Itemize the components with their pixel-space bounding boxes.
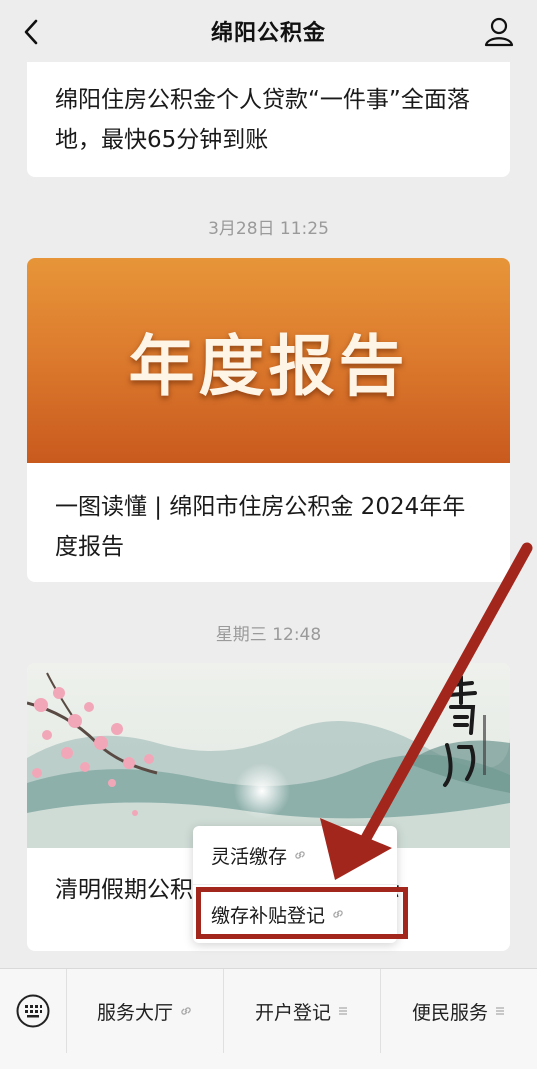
message-timestamp: 3月28日 11:25 [208, 219, 329, 239]
submenu-item-flexible-deposit[interactable]: 灵活缴存 [193, 826, 397, 884]
bottom-menu-bar: 服务大厅 开户登记 便民服务 [0, 968, 537, 1069]
profile-button[interactable] [481, 14, 517, 50]
menu-account-registration[interactable]: 开户登记 [223, 969, 380, 1053]
menu-lines-icon [496, 1007, 504, 1015]
page-title: 绵阳公积金 [210, 21, 326, 46]
chevron-left-icon [24, 19, 38, 45]
annotation-highlight-box [196, 887, 408, 939]
article-cover-image [27, 663, 510, 848]
menu-service-hall[interactable]: 服务大厅 [66, 969, 223, 1053]
submenu-item-label: 灵活缴存 [211, 845, 288, 868]
menu-item-label: 开户登记 [254, 1001, 331, 1024]
keyboard-toggle-button[interactable] [0, 969, 66, 1053]
menu-item-label: 便民服务 [411, 1001, 488, 1024]
banner-text: 年度报告 [128, 327, 409, 405]
link-icon [181, 1007, 191, 1015]
menu-convenience-services[interactable]: 便民服务 [380, 969, 537, 1053]
message-timestamp: 星期三 12:48 [215, 625, 322, 645]
article-title: 一图读懂 | 绵阳市住房公积金 2024年年度报告 [55, 494, 466, 560]
menu-item-label: 服务大厅 [96, 1001, 173, 1024]
keyboard-icon [16, 994, 50, 1028]
nav-header: 绵阳公积金 [0, 0, 537, 62]
menu-lines-icon [339, 1007, 347, 1015]
link-icon [295, 851, 305, 859]
person-icon [484, 17, 514, 47]
article-cover-image: 年度报告 [27, 258, 510, 463]
article-card[interactable]: 年度报告 一图读懂 | 绵阳市住房公积金 2024年年度报告 [27, 258, 510, 582]
back-button[interactable] [14, 14, 50, 50]
